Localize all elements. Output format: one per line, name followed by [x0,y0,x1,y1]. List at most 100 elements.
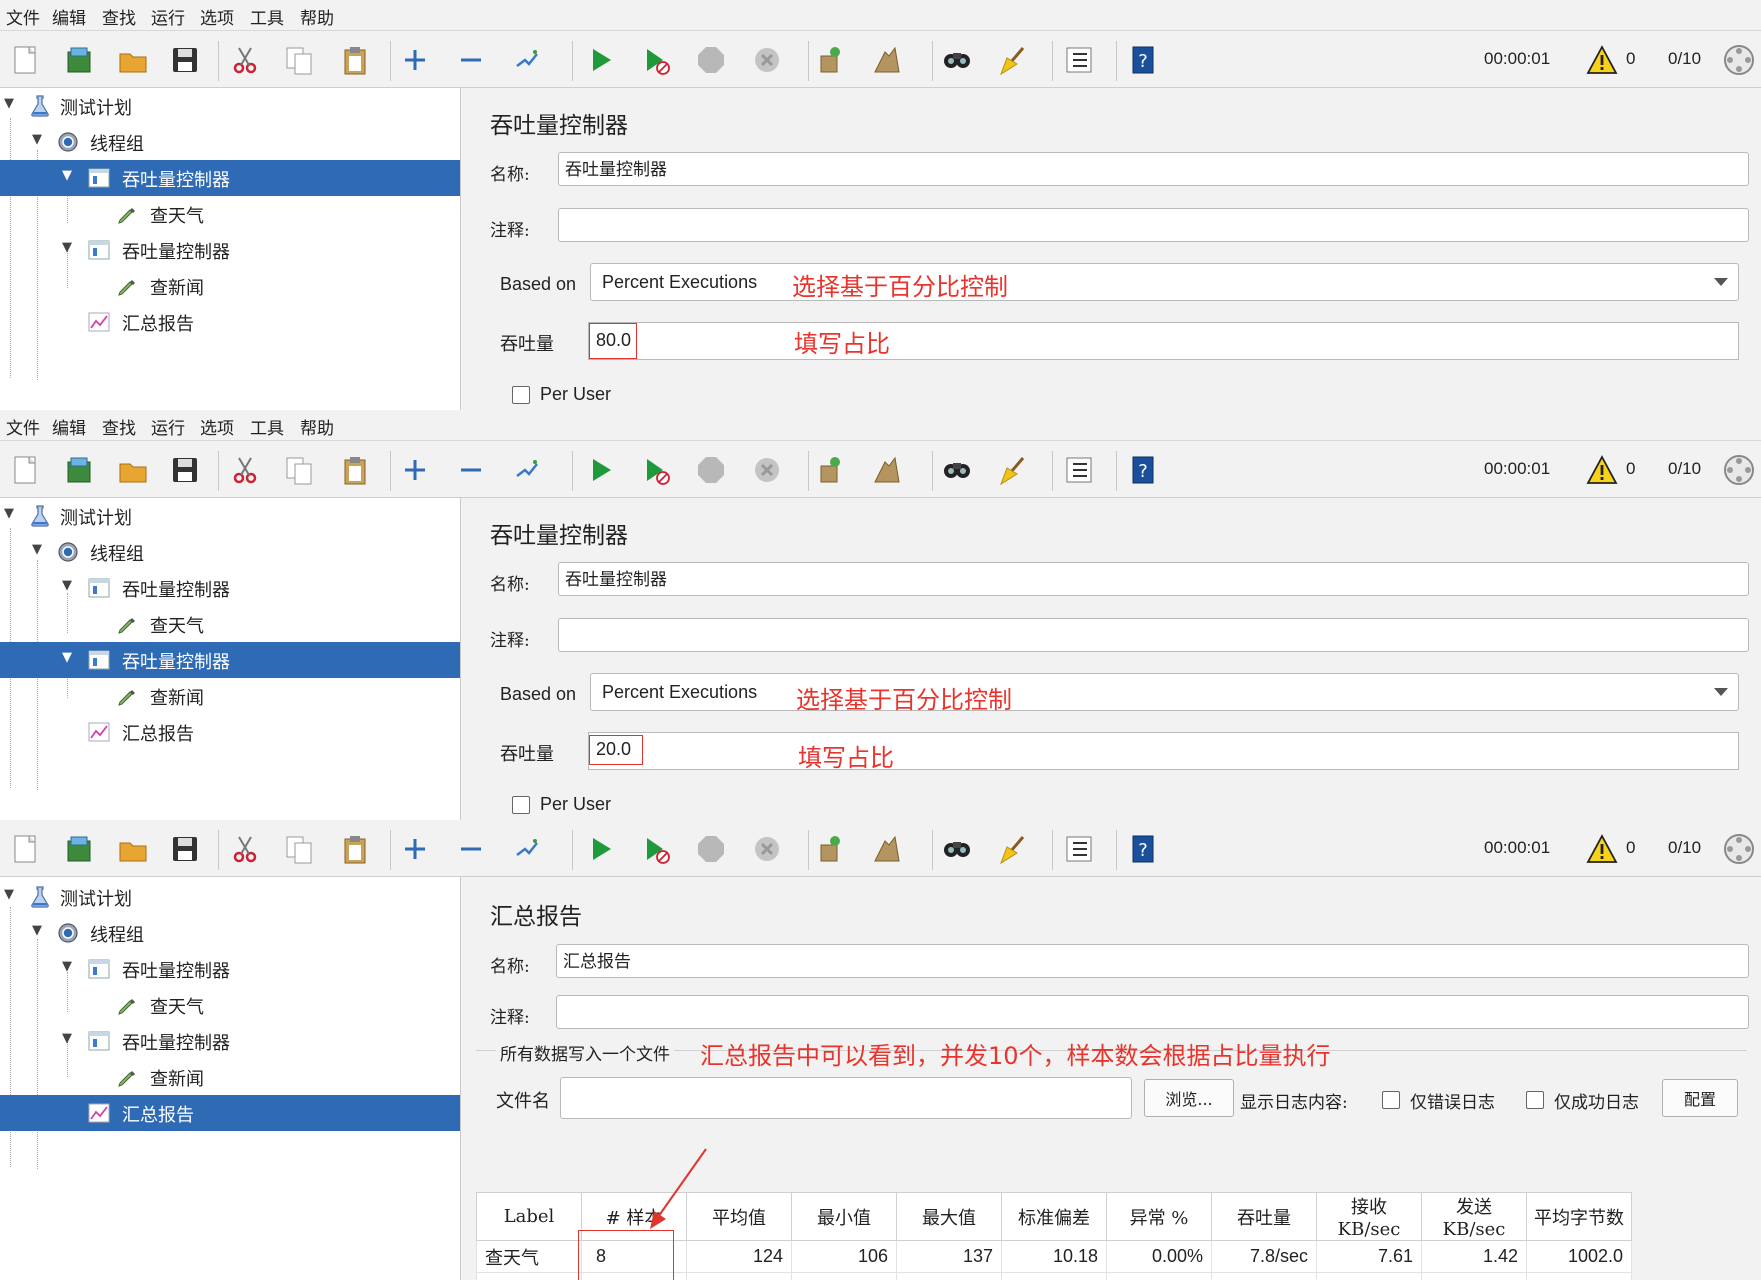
expand-arrow-icon[interactable]: ▼ [32,923,42,938]
throughput-field[interactable]: 20.0 [588,732,1739,770]
tree-node-throughput-controller-1[interactable]: ▼ 吞吐量控制器 [0,160,460,196]
comment-field[interactable] [558,208,1749,242]
configure-button[interactable]: 配置 [1662,1079,1738,1117]
per-user-checkbox[interactable] [512,386,530,404]
throughput-field[interactable]: 80.0 [588,322,1739,360]
paste-button[interactable] [338,832,372,866]
name-field[interactable]: 汇总报告 [556,944,1749,978]
expand-arrow-icon[interactable]: ▼ [32,132,42,147]
tree-node-sampler-weather[interactable]: 查天气 [0,196,460,232]
name-field[interactable]: 吞吐量控制器 [558,562,1749,596]
success-only-checkbox[interactable] [1526,1091,1544,1109]
tree-node-summary-report[interactable]: 汇总报告 [0,1095,460,1131]
tree-node-throughput-controller-2[interactable]: ▼ 吞吐量控制器 [0,1023,460,1059]
toggle-button[interactable] [510,832,544,866]
column-header[interactable]: Label [476,1192,582,1241]
tree-node-sampler-news[interactable]: 查新闻 [0,268,460,304]
function-helper-button[interactable] [1062,832,1096,866]
comment-field[interactable] [556,995,1749,1029]
templates-button[interactable] [62,832,96,866]
function-helper-button[interactable] [1062,43,1096,77]
tree-node-throughput-controller-2[interactable]: ▼ 吞吐量控制器 [0,232,460,268]
tree-node-thread-group[interactable]: ▼ 线程组 [0,915,460,951]
tree-node-thread-group[interactable]: ▼ 线程组 [0,124,460,160]
clear-button[interactable] [814,43,848,77]
tree-node-sampler-news[interactable]: 查新闻 [0,1059,460,1095]
comment-field[interactable] [558,618,1749,652]
based-on-select[interactable]: Percent Executions [590,263,1739,301]
expand-arrow-icon[interactable]: ▼ [4,96,14,111]
open-button[interactable] [116,832,150,866]
expand-button[interactable] [398,43,432,77]
expand-button[interactable] [398,832,432,866]
help-button[interactable]: ? [1126,43,1160,77]
expand-arrow-icon[interactable]: ▼ [4,506,14,521]
stop-button[interactable] [694,832,728,866]
menu-edit[interactable]: 编辑 [52,414,86,439]
expand-arrow-icon[interactable]: ▼ [32,542,42,557]
clear-all-button[interactable] [870,453,904,487]
warning-icon[interactable] [1586,45,1618,75]
copy-button[interactable] [282,832,316,866]
warning-icon[interactable] [1586,455,1618,485]
expand-arrow-icon[interactable]: ▼ [62,168,72,183]
cut-button[interactable] [228,832,262,866]
reset-search-button[interactable] [996,453,1030,487]
shutdown-button[interactable] [750,43,784,77]
menu-search[interactable]: 查找 [102,4,136,29]
new-button[interactable] [8,832,42,866]
menu-tools[interactable]: 工具 [250,4,284,29]
help-button[interactable]: ? [1126,453,1160,487]
column-header[interactable]: 发送 KB/sec [1421,1192,1527,1241]
menu-options[interactable]: 选项 [200,414,234,439]
clear-all-button[interactable] [870,832,904,866]
name-field[interactable]: 吞吐量控制器 [558,152,1749,186]
menu-file[interactable]: 文件 [6,414,40,439]
save-button[interactable] [168,43,202,77]
new-button[interactable] [8,43,42,77]
per-user-checkbox[interactable] [512,796,530,814]
collapse-button[interactable] [454,832,488,866]
new-button[interactable] [8,453,42,487]
tree-node-test-plan[interactable]: ▼ 测试计划 [0,498,460,534]
clear-button[interactable] [814,453,848,487]
templates-button[interactable] [62,453,96,487]
open-button[interactable] [116,453,150,487]
menu-search[interactable]: 查找 [102,414,136,439]
menu-run[interactable]: 运行 [151,414,185,439]
start-button[interactable] [584,43,618,77]
open-button[interactable] [116,43,150,77]
save-button[interactable] [168,832,202,866]
menu-help[interactable]: 帮助 [300,4,334,29]
help-button[interactable]: ? [1126,832,1160,866]
start-button[interactable] [584,832,618,866]
save-button[interactable] [168,453,202,487]
stop-button[interactable] [694,43,728,77]
copy-button[interactable] [282,43,316,77]
column-header[interactable]: 最大值 [896,1192,1002,1241]
search-button[interactable] [940,43,974,77]
shutdown-button[interactable] [750,453,784,487]
reset-search-button[interactable] [996,832,1030,866]
paste-button[interactable] [338,43,372,77]
column-header[interactable]: 吞吐量 [1211,1192,1317,1241]
column-header[interactable]: 标准偏差 [1001,1192,1107,1241]
tree-node-test-plan[interactable]: ▼ 测试计划 [0,879,460,915]
stop-button[interactable] [694,453,728,487]
menu-edit[interactable]: 编辑 [52,4,86,29]
tree-node-thread-group[interactable]: ▼ 线程组 [0,534,460,570]
menu-help[interactable]: 帮助 [300,414,334,439]
cut-button[interactable] [228,43,262,77]
start-button[interactable] [584,453,618,487]
column-header[interactable]: 平均字节数 [1526,1192,1632,1241]
search-button[interactable] [940,453,974,487]
tree-node-test-plan[interactable]: ▼ 测试计划 [0,88,460,124]
shutdown-button[interactable] [750,832,784,866]
expand-arrow-icon[interactable]: ▼ [62,650,72,665]
collapse-button[interactable] [454,453,488,487]
tree-node-throughput-controller-1[interactable]: ▼ 吞吐量控制器 [0,951,460,987]
menu-options[interactable]: 选项 [200,4,234,29]
based-on-select[interactable]: Percent Executions [590,673,1739,711]
filename-input[interactable] [560,1077,1132,1119]
menu-run[interactable]: 运行 [151,4,185,29]
